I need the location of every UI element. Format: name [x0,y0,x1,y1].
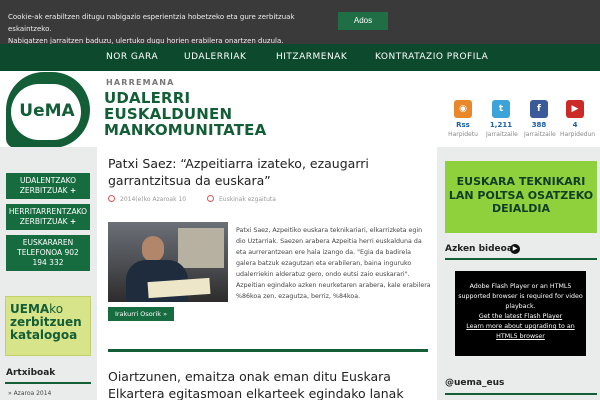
katalogoa-word1: UEMA [10,302,50,316]
cookie-accept-button[interactable]: Ados [338,12,388,30]
herritarrentzako-zerbitzuak-button[interactable]: HERRITARRENTZAKO ZERBITZUAK + [6,204,90,230]
site-title-line3: MANKOMUNITATEA [104,121,267,139]
site-title-line1: UDALERRI [104,89,191,107]
social-facebook-label: Jarraitzaile [524,131,556,138]
archive-title: Artxiboak [6,368,56,378]
comment-icon [207,195,214,202]
article-divider [108,349,428,352]
nav-item-nor-gara[interactable]: NOR GARA [106,44,158,71]
image-person-head [142,236,164,262]
social-twitter-label: Jarraitzaile [486,131,518,138]
header-tagline: HARREMANA [106,78,175,87]
cookie-text-line1: Cookie-ak erabiltzen ditugu nabigazio es… [8,13,295,33]
banner-text: EUSKARA TEKNIKARI LAN POLTSA OSATZEKO DE… [445,175,597,216]
article-category: Euskinak ezgaituta [219,196,276,203]
article-excerpt: Patxi Saez, Azpeitiko euskara teknikaria… [236,227,431,300]
image-shelf [178,228,224,268]
read-more-button[interactable]: Irakurri Osorik » [108,307,174,321]
plus-icon: + [69,186,77,195]
side-btn-1-line1: UDALENTZAKO [19,176,77,185]
nav-item-kontratazio-profila[interactable]: KONTRATAZIO PROFILA [375,44,488,71]
article-title[interactable]: Patxi Saez: “Azpeitiarra izateko, ezauga… [108,155,430,189]
video-section-title: Azken bideoa [445,244,513,254]
flash-link-download[interactable]: Get the latest Flash Player [479,313,562,320]
flash-text: Adobe Flash Player or an HTML5 supported… [458,283,583,310]
side-btn-1-line2: ZERBITZUAK + [19,186,77,195]
article-image[interactable] [108,222,228,302]
social-youtube[interactable]: ▶ 4 Harpidedun [560,100,596,138]
euskararen-telefonoa-button[interactable]: EUSKARAREN TELEFONOA 902 194 332 [6,235,90,271]
social-rss[interactable]: ◉ Rss Harpidetu [448,100,478,138]
nav-item-hitzarmenak[interactable]: HITZARMENAK [276,44,347,71]
cookie-text: Cookie-ak erabiltzen ditugu nabigazio es… [8,11,328,47]
banner-line1: EUSKARA TEKNIKARI [456,175,586,188]
banner-line2: LAN POLTSA OSATZEKO [448,188,594,202]
rss-icon: ◉ [454,100,472,118]
main-nav: NOR GARA UDALERRIAK HITZARMENAK KONTRATA… [0,44,600,71]
side-btn-3-line1: EUSKARAREN [22,238,74,247]
video-divider [445,258,597,260]
archive-divider [5,382,91,384]
archive-item[interactable]: » Azaroa 2014 [8,390,51,397]
social-rss-label: Harpidetu [448,131,478,138]
katalogoa-word3: katalogoa [10,328,78,342]
side-btn-2-line2: ZERBITZUAK + [19,217,77,226]
youtube-icon: ▶ [566,100,584,118]
social-twitter[interactable]: t 1,211 Jarraitzaile [486,100,518,138]
twitter-section-title: @uema_eus [445,378,505,388]
katalogoa-text: UEMAko zerbitzuen katalogoa [10,303,86,342]
site-title-line2: EUSKALDUNEN [104,105,233,123]
plus-icon: + [69,217,77,226]
katalogoa-word1b: ko [49,302,64,316]
social-youtube-count: 4 [572,121,578,129]
social-rss-count: Rss [456,121,470,129]
twitter-icon: t [492,100,510,118]
facebook-icon: f [530,100,548,118]
flash-link-html5[interactable]: Learn more about upgrading to an HTML5 b… [466,323,574,340]
image-book [147,277,211,299]
uema-logo-text: UeMA [19,101,75,121]
article2-title[interactable]: Oiartzunen, emaitza onak eman ditu Euska… [108,368,430,400]
nav-item-udalerriak[interactable]: UDALERRIAK [184,44,246,71]
social-facebook-count: 388 [531,121,547,129]
side-btn-2-line1: HERRITARRENTZAKO [8,207,88,216]
calendar-icon [108,195,115,202]
social-twitter-count: 1,211 [489,121,513,129]
banner-line3: DEIALDIA [492,202,550,215]
twitter-divider [445,393,597,395]
flash-message: Adobe Flash Player or an HTML5 supported… [458,282,583,342]
social-youtube-label: Harpidedun [560,131,596,138]
side-btn-3-line3: 194 332 [32,258,64,267]
side-btn-3-line2: TELEFONOA 902 [17,248,79,257]
article-date: 2014(e)ko Azaroak 10 [120,196,187,203]
site-title[interactable]: UDALERRI EUSKALDUNEN MANKOMUNITATEA [104,90,284,138]
udalentzako-zerbitzuak-button[interactable]: UDALENTZAKO ZERBITZUAK + [6,173,90,199]
social-facebook[interactable]: f 388 Jarraitzaile [524,100,556,138]
cookie-bar: Cookie-ak erabiltzen ditugu nabigazio es… [0,0,600,47]
arrow-right-icon[interactable]: ▶ [510,244,520,254]
